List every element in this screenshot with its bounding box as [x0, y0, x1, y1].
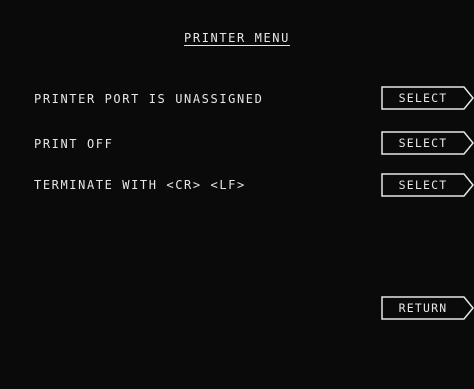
select-button-label: SELECT [398, 178, 448, 192]
page-title-text: PRINTER MENU [184, 31, 290, 45]
printer-port-label: PRINTER PORT IS UNASSIGNED [34, 92, 264, 106]
select-button-label: SELECT [398, 136, 448, 150]
return-button[interactable]: RETURN [381, 296, 474, 320]
page-title: PRINTER MENU [0, 31, 474, 45]
select-button-label: SELECT [398, 91, 448, 105]
return-button-label: RETURN [398, 301, 448, 315]
print-mode-select-button[interactable]: SELECT [381, 131, 474, 155]
print-mode-label: PRINT OFF [34, 137, 114, 151]
printer-port-select-button[interactable]: SELECT [381, 86, 474, 110]
printer-menu-screen: PRINTER MENU PRINTER PORT IS UNASSIGNED … [0, 0, 474, 389]
line-terminator-label: TERMINATE WITH <CR> <LF> [34, 178, 246, 192]
line-terminator-select-button[interactable]: SELECT [381, 173, 474, 197]
